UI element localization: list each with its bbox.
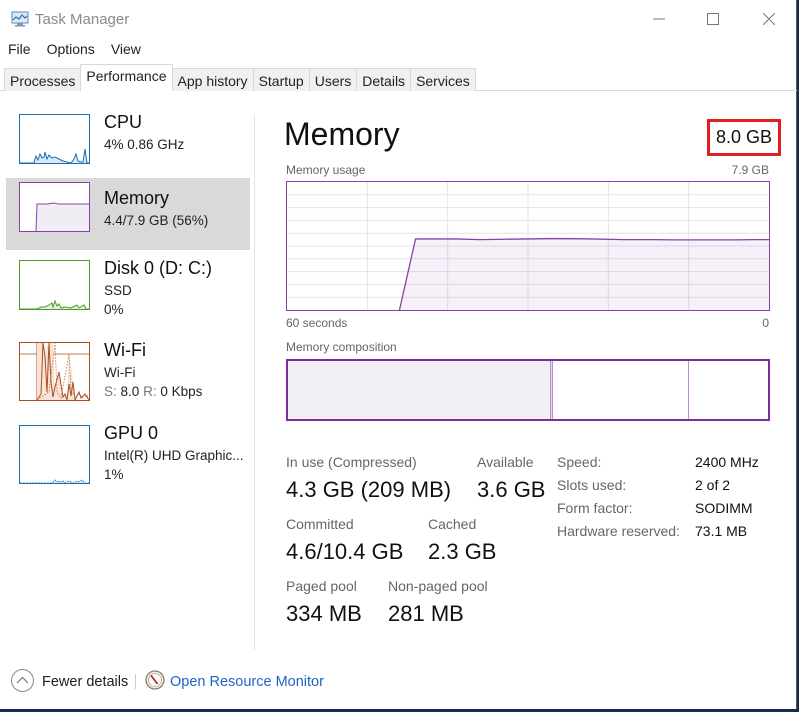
committed-value: 4.6/10.4 GB: [286, 539, 404, 564]
chevron-up-icon: [16, 676, 29, 684]
cpu-label: CPU: [104, 112, 143, 132]
wifi-label: Wi-Fi: [104, 340, 146, 360]
form-factor-label: Form factor:: [557, 500, 633, 516]
speed-label: Speed:: [557, 454, 602, 470]
memory-usage-graph: [286, 181, 770, 311]
disk-thumbnail-graph: [19, 260, 90, 310]
memory-usage-area: [399, 238, 769, 310]
memory-detail-panel: Memory 8.0 GB Memory usage 7.9 GB 60 sec…: [270, 100, 781, 650]
footer-separator: [135, 674, 136, 689]
non-paged-pool-value: 281 MB: [388, 601, 464, 626]
gpu-label: GPU 0: [104, 423, 159, 443]
cpu-usage: 4% 0.86 GHz: [104, 137, 185, 152]
page-title: Memory: [284, 116, 400, 152]
tab-strip: Processes Performance App history Startu…: [4, 64, 476, 91]
total-memory-highlight: 8.0 GB: [707, 119, 781, 156]
memory-usage: 4.4/7.9 GB (56%): [104, 213, 209, 228]
wifi-receive-value: 0 Kbps: [160, 384, 203, 399]
wifi-send-value: 8.0: [120, 384, 140, 399]
in-use-value: 4.3 GB (209 MB): [286, 477, 452, 502]
gpu-model: Intel(R) UHD Graphic...: [104, 448, 244, 463]
disk-label: Disk 0 (D: C:): [104, 258, 212, 278]
minimize-button[interactable]: [632, 0, 686, 38]
sidebar-item-wifi[interactable]: Wi-Fi Wi-Fi S: 8.0 R: 0 Kbps: [6, 338, 250, 410]
composition-segment-free[interactable]: [688, 361, 768, 419]
open-resource-monitor-link[interactable]: Open Resource Monitor: [170, 674, 324, 690]
tab-startup[interactable]: Startup: [252, 68, 310, 91]
committed-label: Committed: [286, 516, 354, 532]
menu-view[interactable]: View: [103, 39, 148, 61]
composition-segment-in-use[interactable]: [288, 361, 550, 419]
tab-processes[interactable]: Processes: [4, 68, 82, 91]
wifi-adapter: Wi-Fi: [104, 365, 136, 380]
task-manager-app-icon: [11, 11, 29, 27]
sidebar-item-disk[interactable]: Disk 0 (D: C:) SSD 0%: [6, 256, 250, 328]
close-button[interactable]: [742, 0, 796, 38]
memory-composition-label: Memory composition: [286, 340, 397, 354]
sidebar-divider[interactable]: [254, 115, 255, 650]
performance-sidebar: CPU 4% 0.86 GHz Memory 4.4/7.9 GB (56%): [0, 96, 254, 648]
footer-bar: Fewer details Open Resource Monitor: [0, 662, 796, 702]
sidebar-item-cpu[interactable]: CPU 4% 0.86 GHz: [6, 110, 250, 182]
tab-app-history[interactable]: App history: [171, 68, 254, 91]
memory-usage-label: Memory usage: [286, 163, 366, 177]
task-manager-window: Task Manager File Options View Processes…: [0, 0, 797, 709]
sidebar-item-gpu[interactable]: GPU 0 Intel(R) UHD Graphic... 1%: [6, 421, 250, 493]
memory-usage-max: 7.9 GB: [731, 163, 769, 177]
axis-label-right: 0: [762, 316, 769, 330]
speed-value: 2400 MHz: [695, 454, 759, 470]
maximize-icon: [707, 13, 719, 25]
menu-options[interactable]: Options: [39, 39, 102, 61]
cached-value: 2.3 GB: [428, 539, 497, 564]
gpu-usage: 1%: [104, 467, 124, 482]
disk-type: SSD: [104, 283, 132, 298]
hardware-reserved-value: 73.1 MB: [695, 523, 748, 539]
menu-bar: File Options View: [0, 39, 149, 61]
wifi-throughput: S: 8.0 R: 0 Kbps: [104, 384, 202, 399]
title-bar: Task Manager: [0, 0, 796, 38]
cpu-thumbnail-graph: [19, 114, 90, 164]
gpu-thumbnail-graph: [19, 425, 90, 484]
close-icon: [763, 13, 775, 25]
hardware-reserved-label: Hardware reserved:: [557, 523, 680, 539]
minimize-icon: [653, 18, 665, 20]
axis-label-left: 60 seconds: [286, 316, 348, 330]
disk-usage: 0%: [104, 302, 124, 317]
cached-label: Cached: [428, 516, 477, 532]
composition-segment-standby[interactable]: [552, 361, 689, 419]
tab-services[interactable]: Services: [410, 68, 476, 91]
fewer-details-button[interactable]: [11, 669, 34, 692]
memory-thumbnail-graph: [19, 182, 90, 232]
window-title: Task Manager: [35, 11, 130, 28]
resource-monitor-icon: [145, 670, 165, 690]
memory-label: Memory: [104, 188, 170, 208]
paged-pool-value: 334 MB: [286, 601, 362, 626]
wifi-send-label: S:: [104, 384, 117, 399]
form-factor-value: SODIMM: [695, 500, 753, 516]
wifi-thumbnail-graph: [19, 342, 90, 402]
non-paged-pool-label: Non-paged pool: [388, 578, 488, 594]
sidebar-item-memory[interactable]: Memory 4.4/7.9 GB (56%): [6, 178, 250, 250]
wifi-receive-label: R:: [143, 384, 157, 399]
tab-performance[interactable]: Performance: [80, 64, 173, 91]
slots-used-value: 2 of 2: [695, 477, 731, 493]
slots-used-label: Slots used:: [557, 477, 627, 493]
tab-details[interactable]: Details: [356, 68, 412, 91]
in-use-label: In use (Compressed): [286, 454, 417, 470]
available-value: 3.6 GB: [477, 477, 546, 502]
memory-composition-bar: [286, 359, 770, 421]
fewer-details-link[interactable]: Fewer details: [42, 674, 128, 690]
total-memory-value: 8.0 GB: [715, 127, 773, 147]
menu-file[interactable]: File: [0, 39, 38, 61]
tab-users[interactable]: Users: [308, 68, 358, 91]
paged-pool-label: Paged pool: [286, 578, 357, 594]
maximize-button[interactable]: [686, 0, 740, 38]
available-label: Available: [477, 454, 534, 470]
